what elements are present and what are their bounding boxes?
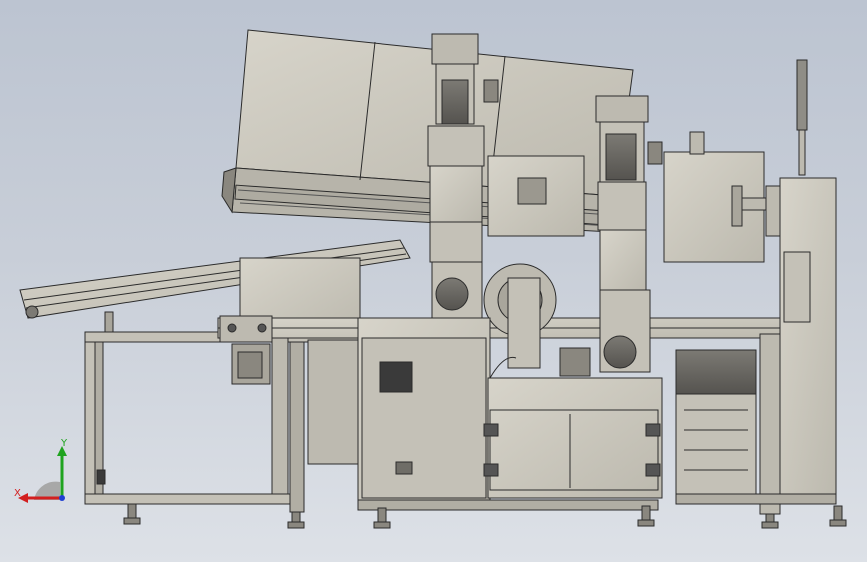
rear-enclosure <box>663 131 797 263</box>
coordinate-triad: Y X <box>14 438 68 503</box>
machine-assembly-model <box>19 29 847 529</box>
z-axis-icon <box>59 495 65 501</box>
y-axis-label: Y <box>60 438 68 449</box>
x-axis-label: X <box>14 488 21 499</box>
cad-viewport[interactable]: Y X <box>0 0 867 562</box>
rotary-index-wheel <box>483 263 557 369</box>
signal-tower <box>796 59 808 176</box>
